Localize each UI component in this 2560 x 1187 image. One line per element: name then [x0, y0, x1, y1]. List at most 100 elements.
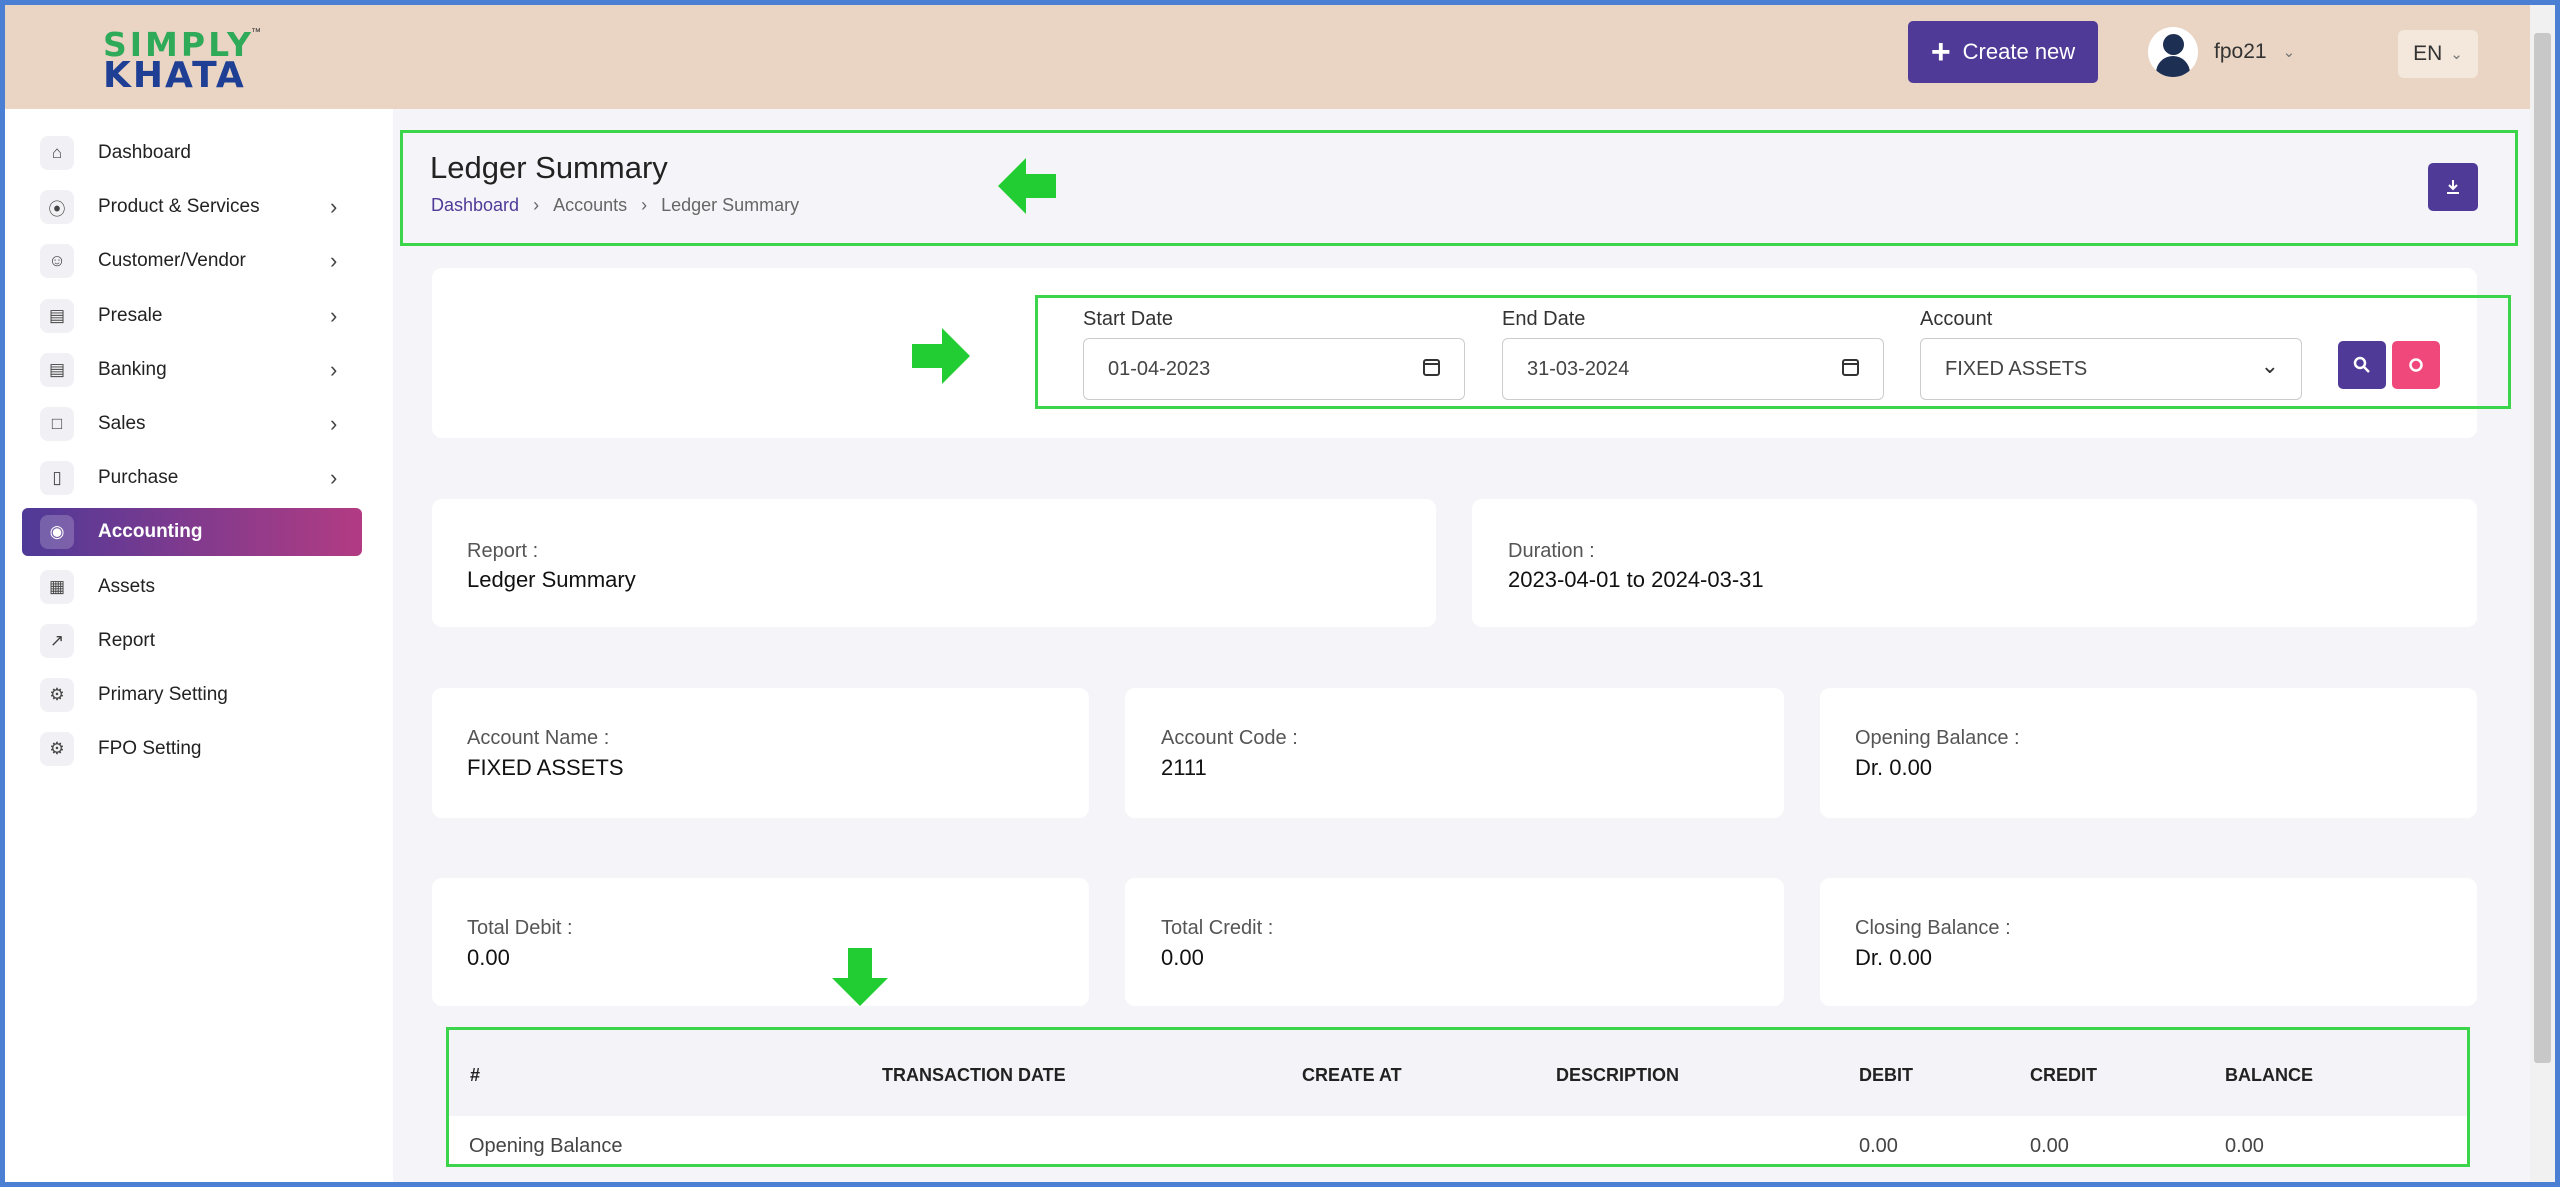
calendar-icon[interactable] — [1842, 359, 1859, 376]
row-debit: 0.00 — [1859, 1135, 1898, 1157]
start-date-input[interactable]: 01-04-2023 — [1083, 338, 1465, 400]
calculator-icon: ▦ — [40, 570, 74, 604]
chevron-down-icon: ⌄ — [2260, 353, 2279, 378]
sidebar-item-fpo-setting[interactable]: ⚙ FPO Setting — [22, 725, 362, 773]
clipboard-icon: ▯ — [40, 461, 74, 495]
col-transaction-date: TRANSACTION DATE — [882, 1065, 1066, 1085]
chevron-right-icon: › — [330, 465, 338, 490]
user-menu[interactable]: fpo21 ⌄ — [2148, 26, 2295, 78]
page-scrollbar[interactable] — [2530, 5, 2555, 1182]
breadcrumb-dashboard[interactable]: Dashboard — [431, 195, 519, 216]
sidebar-item-dashboard[interactable]: ⌂ Dashboard — [22, 129, 362, 177]
create-new-button[interactable]: + Create new — [1908, 21, 2098, 83]
col-balance: BALANCE — [2225, 1065, 2313, 1085]
scrollbar-thumb[interactable] — [2534, 33, 2551, 1063]
account-code-value: 2111 — [1161, 755, 1207, 780]
download-icon — [2447, 180, 2459, 194]
document-icon: □ — [40, 407, 74, 441]
report-value: Ledger Summary — [467, 567, 636, 592]
end-date-value: 31-03-2024 — [1527, 357, 1630, 380]
page-header-highlight — [400, 130, 2518, 246]
breadcrumb-current: Ledger Summary — [661, 195, 800, 215]
chart-icon: ↗ — [40, 624, 74, 658]
download-button[interactable] — [2428, 163, 2478, 211]
sidebar-item-presale[interactable]: ▤ Presale › — [22, 292, 362, 340]
accounting-icon: ◉ — [40, 515, 74, 549]
chevron-right-icon: › — [330, 303, 338, 328]
chevron-right-icon: › — [330, 411, 338, 436]
col-create-at: CREATE AT — [1302, 1065, 1402, 1085]
opening-balance-card — [1820, 688, 2477, 818]
end-date-input[interactable]: 31-03-2024 — [1502, 338, 1884, 400]
user-plus-icon: ☺ — [40, 244, 74, 278]
duration-label: Duration : — [1508, 540, 1595, 562]
account-name-label: Account Name : — [467, 727, 610, 749]
sidebar-item-label: Banking — [98, 359, 167, 380]
account-code-label: Account Code : — [1161, 727, 1298, 749]
logo-trademark: ™ — [251, 27, 261, 38]
total-credit-card — [1125, 878, 1784, 1006]
table-header — [449, 1030, 2467, 1116]
language-selector[interactable]: EN ⌄ — [2398, 30, 2478, 78]
down-arrow-annotation — [830, 948, 890, 1006]
sidebar-item-customer-vendor[interactable]: ☺ Customer/Vendor › — [22, 237, 362, 285]
sidebar-item-label: Customer/Vendor — [98, 250, 246, 271]
opening-balance-value: Dr. 0.00 — [1855, 755, 1933, 780]
language-label: EN — [2413, 42, 2443, 65]
sidebar-item-product-services[interactable]: ⦿ Product & Services › — [22, 183, 362, 231]
sidebar-item-report[interactable]: ↗ Report — [22, 617, 362, 665]
row-label: Opening Balance — [469, 1135, 623, 1157]
total-credit-value: 0.00 — [1161, 945, 1204, 970]
duration-card — [1472, 499, 2477, 627]
total-debit-card — [432, 878, 1089, 1006]
opening-balance-label: Opening Balance : — [1855, 727, 2020, 749]
sidebar-item-label: Sales — [98, 413, 146, 434]
chevron-down-icon: ⌄ — [2450, 46, 2463, 63]
sidebar-item-sales[interactable]: □ Sales › — [22, 400, 362, 448]
sidebar-item-label: Report — [98, 630, 156, 651]
account-name-value: FIXED ASSETS — [467, 755, 624, 780]
user-name: fpo21 — [2214, 40, 2267, 63]
sidebar-item-purchase[interactable]: ▯ Purchase › — [22, 454, 362, 502]
sidebar-item-label: Purchase — [98, 467, 179, 488]
closing-balance-label: Closing Balance : — [1855, 917, 2011, 939]
total-credit-label: Total Credit : — [1161, 917, 1274, 939]
row-balance: 0.00 — [2225, 1135, 2264, 1157]
cart-icon: ⦿ — [40, 190, 74, 224]
page-title: Ledger Summary — [430, 150, 668, 185]
breadcrumb: Dashboard › Accounts › Ledger Summary — [431, 195, 799, 216]
duration-value: 2023-04-01 to 2024-03-31 — [1508, 567, 1764, 592]
sidebar-item-label: FPO Setting — [98, 738, 202, 759]
closing-balance-value: Dr. 0.00 — [1855, 945, 1933, 970]
sidebar-item-primary-setting[interactable]: ⚙ Primary Setting — [22, 671, 362, 719]
calendar-icon[interactable] — [1423, 359, 1440, 376]
search-icon — [2353, 356, 2370, 373]
sidebar-item-label: Assets — [98, 576, 156, 597]
total-debit-value: 0.00 — [467, 945, 510, 970]
account-select[interactable]: FIXED ASSETS ⌄ — [1920, 338, 2302, 400]
breadcrumb-accounts[interactable]: Accounts — [553, 195, 627, 216]
simply-khata-logo[interactable]: SIMPLY KHATA ™ — [103, 25, 263, 96]
sidebar-item-banking[interactable]: ▤ Banking › — [22, 346, 362, 394]
col-description: DESCRIPTION — [1556, 1065, 1680, 1085]
sidebar-item-label: Product & Services — [98, 196, 260, 217]
create-new-label: Create new — [1962, 39, 2076, 64]
plus-icon: + — [1930, 33, 1951, 71]
closing-balance-card — [1820, 878, 2477, 1006]
chevron-right-icon: › — [330, 194, 338, 219]
total-debit-label: Total Debit : — [467, 917, 573, 939]
start-date-value: 01-04-2023 — [1108, 357, 1211, 380]
sidebar-item-label: Presale — [98, 305, 163, 326]
account-code-card — [1125, 688, 1784, 818]
home-icon: ⌂ — [40, 136, 74, 170]
sidebar-item-assets[interactable]: ▦ Assets — [22, 563, 362, 611]
avatar-icon — [2148, 27, 2198, 77]
report-label: Report : — [467, 540, 539, 562]
reset-button[interactable] — [2392, 341, 2440, 389]
sidebar-item-accounting[interactable]: ◉ Accounting — [22, 508, 362, 556]
left-arrow-annotation — [998, 156, 1058, 216]
search-button[interactable] — [2338, 341, 2386, 389]
bank-icon: ▤ — [40, 353, 74, 387]
chevron-right-icon: › — [330, 248, 338, 273]
row-credit: 0.00 — [2030, 1135, 2069, 1157]
